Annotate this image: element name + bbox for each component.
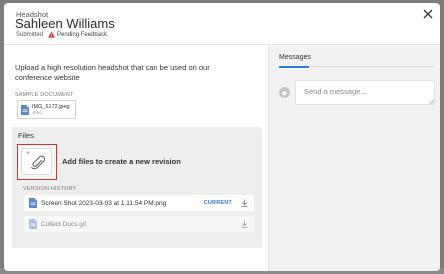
status-row: Submitted Pending Feedback [16,31,107,38]
version-file-name[interactable]: Screen Shot 2023-03-03 at 1.11.54 PM.png [41,200,166,207]
sample-document-label: SAMPLE DOCUMENT [15,92,74,98]
active-tab-indicator [279,66,309,68]
status-submitted: Submitted [16,31,44,38]
task-description: Upload a high resolution headshot that c… [15,63,210,82]
warning-icon [48,31,55,38]
version-row[interactable]: Screen Shot 2023-03-03 at 1.11.54 PM.png… [24,195,254,211]
sample-document-text: IMG_6172.jpeg JPEG [32,104,70,116]
paperclip-icon [31,155,45,170]
files-heading: Files [18,131,34,140]
file-icon [29,198,37,208]
status-badge: Pending Feedback [48,31,107,38]
resize-grip-icon[interactable] [429,99,434,104]
page-title: Sahleen Williams [15,16,115,31]
download-icon[interactable] [241,199,248,207]
sample-document-type: JPEG [32,109,43,115]
add-files-label: Add files to create a new revision [62,157,181,166]
files-panel: Files + Add files to create a new revisi… [12,127,262,248]
messages-pane: Messages [268,46,440,271]
version-history-label: VERSION HISTORY [23,186,77,192]
status-pending-label: Pending Feedback [57,31,108,38]
close-icon [423,9,433,19]
avatar [279,87,290,98]
user-icon [282,91,287,98]
add-file-button[interactable]: + [17,144,57,180]
sample-document-chip[interactable]: IMG_6172.jpeg JPEG [17,100,76,119]
plus-icon: + [26,150,31,157]
upload-dropzone: + [21,148,52,175]
version-file-name[interactable]: Collect Docs.gif [41,221,86,228]
task-details-pane: Upload a high resolution headshot that c… [4,46,268,271]
current-badge: CURRENT [203,200,232,206]
message-input[interactable] [295,80,435,105]
file-icon [21,104,29,115]
modal-header: Headshot Sahleen Williams Submitted Pend… [4,3,440,45]
divider [309,66,433,67]
revision-modal: Headshot Sahleen Williams Submitted Pend… [4,3,440,271]
tab-messages[interactable]: Messages [279,54,311,61]
file-icon [29,219,37,229]
version-row[interactable]: Collect Docs.gif [24,216,254,232]
close-button[interactable] [422,8,434,20]
download-icon[interactable] [241,220,248,228]
